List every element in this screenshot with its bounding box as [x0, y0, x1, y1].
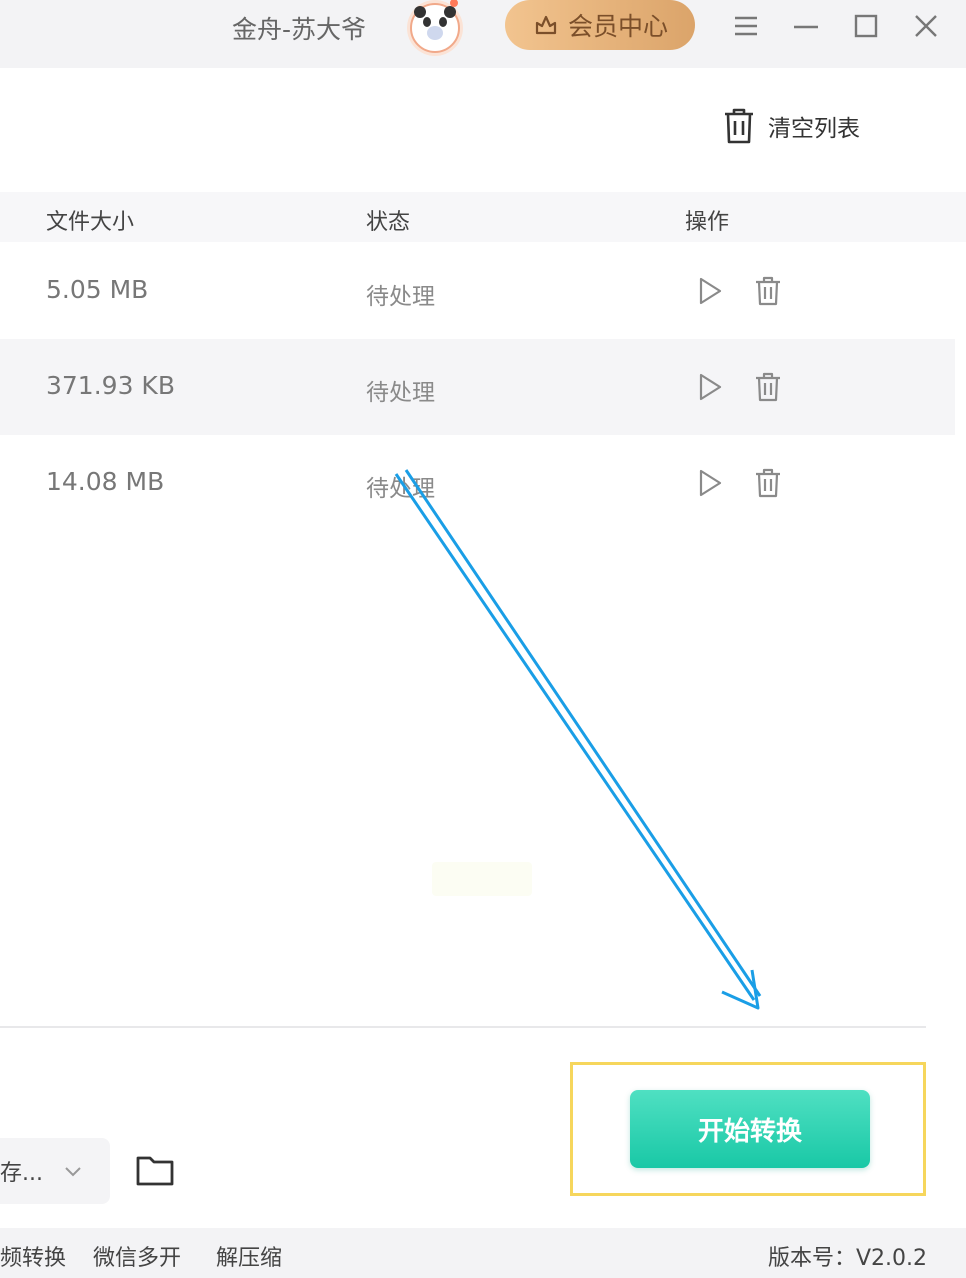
table-header: 文件大小 状态 操作: [0, 192, 966, 242]
folder-icon[interactable]: [134, 1148, 178, 1192]
title-bar: 金舟-苏大爷 会员中心: [0, 0, 966, 68]
output-path-select[interactable]: 存...: [0, 1138, 110, 1204]
play-icon[interactable]: [692, 273, 726, 309]
table-row[interactable]: 371.93 KB 待处理: [0, 339, 955, 435]
clear-list-label: 清空列表: [768, 116, 860, 142]
table-row[interactable]: 5.05 MB 待处理: [0, 243, 955, 339]
file-size: 14.08 MB: [46, 467, 165, 496]
minimize-icon[interactable]: [786, 6, 826, 46]
footer-bar: 频转换 微信多开 解压缩 版本号：V2.0.2: [0, 1228, 966, 1278]
play-icon[interactable]: [692, 369, 726, 405]
version-label: 版本号：V2.0.2: [768, 1246, 928, 1271]
converter-window: 金舟-苏大爷 会员中心 清空列表 文件大小 状态 操作 5.05 MB 待处理 …: [0, 0, 966, 1278]
clear-list-button[interactable]: 清空列表: [722, 106, 860, 146]
menu-icon[interactable]: [726, 6, 766, 46]
trash-icon[interactable]: [751, 465, 785, 501]
divider: [0, 1026, 926, 1028]
panda-avatar-icon[interactable]: [404, 0, 466, 60]
trash-icon[interactable]: [751, 369, 785, 405]
table-row[interactable]: 14.08 MB 待处理: [0, 435, 955, 531]
file-size: 5.05 MB: [46, 275, 149, 304]
file-size: 371.93 KB: [46, 371, 175, 400]
crown-icon: [535, 15, 557, 35]
header-status: 状态: [366, 210, 411, 235]
footer-link[interactable]: 解压缩: [216, 1240, 282, 1272]
username[interactable]: 金舟-苏大爷: [232, 10, 366, 46]
header-size: 文件大小: [46, 210, 135, 235]
file-status: 待处理: [366, 476, 435, 502]
footer-link[interactable]: 频转换: [0, 1240, 66, 1272]
vip-center-label: 会员中心: [567, 12, 668, 41]
maximize-icon[interactable]: [846, 6, 886, 46]
vip-center-button[interactable]: 会员中心: [505, 0, 695, 50]
play-icon[interactable]: [692, 465, 726, 501]
file-status: 待处理: [366, 380, 435, 406]
watermark: [432, 862, 532, 896]
chevron-down-icon: [65, 1167, 81, 1177]
trash-icon[interactable]: [751, 273, 785, 309]
output-path-value: 存...: [0, 1161, 43, 1186]
trash-icon: [725, 108, 753, 144]
header-action: 操作: [685, 210, 730, 235]
footer-link[interactable]: 微信多开: [93, 1240, 181, 1272]
start-convert-button[interactable]: 开始转换: [630, 1090, 870, 1168]
close-icon[interactable]: [906, 6, 946, 46]
file-status: 待处理: [366, 284, 435, 310]
